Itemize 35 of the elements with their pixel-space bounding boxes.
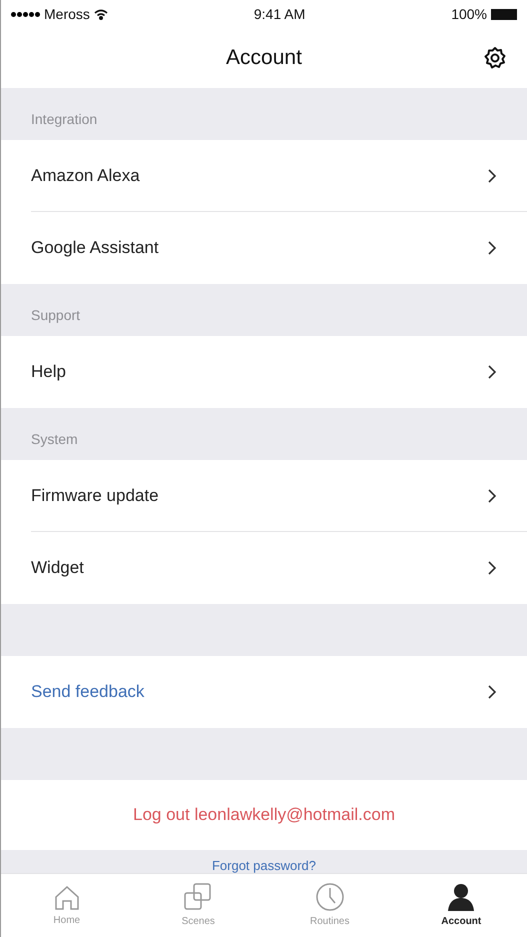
chevron-right-icon (487, 560, 497, 576)
battery-icon (491, 8, 517, 20)
settings-icon[interactable] (483, 46, 507, 70)
carrier-name: Meross (44, 4, 90, 24)
row-label: Amazon Alexa (31, 164, 140, 187)
chevron-right-icon (487, 364, 497, 380)
section-header: System (31, 430, 78, 449)
row-label: Widget (31, 557, 84, 580)
chevron-right-icon (487, 168, 497, 184)
clock-time: 9:41 AM (254, 4, 306, 24)
chevron-right-icon (487, 684, 497, 700)
tab-label: Home (53, 914, 80, 928)
logout-row[interactable]: Log out leonlawkelly@hotmail.com (1, 780, 527, 850)
row-label: Help (31, 361, 66, 384)
section-header: Integration (31, 110, 98, 129)
overlapping-squares-icon (183, 882, 214, 912)
person-icon (446, 882, 476, 912)
row-label: Google Assistant (31, 237, 159, 260)
clock-icon (314, 882, 345, 912)
tab-item[interactable]: Account (396, 874, 527, 937)
row-label: Firmware update (31, 484, 159, 507)
tab-label: Account (441, 915, 482, 929)
chevron-right-icon (487, 488, 497, 504)
row-label: Send feedback (31, 681, 144, 704)
tab-label: Routines (310, 915, 350, 929)
home-icon (52, 883, 81, 911)
logout-label: Log out leonlawkelly@hotmail.com (133, 804, 395, 826)
chevron-right-icon (487, 240, 497, 256)
nav-title: Account (226, 45, 302, 72)
battery-percent: 100% (451, 4, 487, 24)
section-header: Support (31, 306, 80, 325)
signal-dots-icon (11, 12, 40, 16)
wifi-icon (94, 8, 108, 20)
forgot-password-link[interactable]: Forgot password? (212, 856, 316, 873)
tab-label: Scenes (182, 915, 215, 929)
